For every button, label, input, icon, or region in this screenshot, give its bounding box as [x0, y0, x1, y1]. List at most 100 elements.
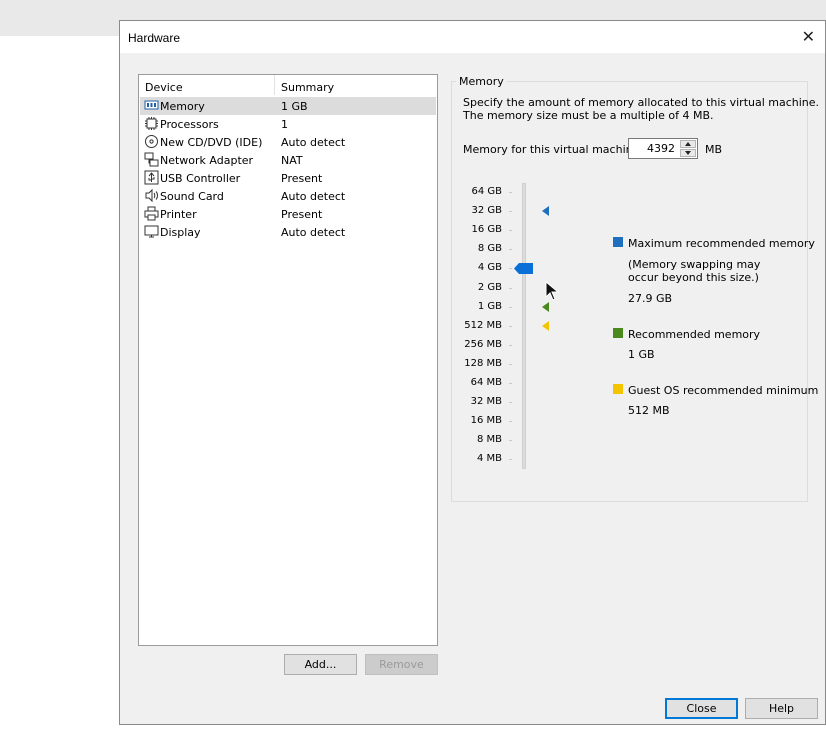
device-row-sound-card[interactable]: Sound Card Auto detect	[140, 187, 436, 205]
scale-tick	[509, 440, 512, 442]
scale-tick	[509, 325, 512, 327]
memory-marker	[542, 320, 549, 331]
close-button[interactable]: Close	[665, 698, 738, 719]
scale-tick	[509, 268, 512, 270]
description-line: The memory size must be a multiple of 4 …	[463, 109, 714, 122]
device-row-memory[interactable]: Memory 1 GB	[140, 97, 436, 115]
memory-description: Specify the amount of memory allocated t…	[463, 96, 819, 122]
memory-icon	[144, 100, 159, 110]
close-icon[interactable]: ✕	[802, 27, 815, 46]
hardware-dialog: Hardware ✕ Device Summary Memory 1 GB Pr…	[119, 20, 826, 725]
max-memory-swatch	[613, 237, 623, 247]
printer-icon	[144, 206, 159, 221]
memory-size-input[interactable]: 4392	[647, 142, 675, 155]
scale-tick	[509, 192, 512, 193]
memory-unit: MB	[705, 143, 723, 156]
scale-tick	[509, 211, 512, 213]
scale-label: 32 GB	[471, 205, 502, 217]
device-list-header: Device Summary	[139, 75, 437, 95]
device-name: USB Controller	[160, 172, 241, 185]
mouse-cursor-icon	[545, 281, 559, 301]
memory-marker	[542, 206, 549, 217]
max-memory-title: Maximum recommended memory	[628, 237, 815, 250]
monitor-icon	[144, 225, 159, 238]
device-name: New CD/DVD (IDE)	[160, 136, 263, 149]
memory-marker	[542, 301, 549, 312]
device-summary: Auto detect	[281, 136, 346, 149]
device-row-cd-dvd[interactable]: New CD/DVD (IDE) Auto detect	[140, 133, 436, 151]
max-memory-note: (Memory swapping may	[628, 258, 761, 271]
device-row-processors[interactable]: Processors 1	[140, 115, 436, 133]
scale-label: 1 GB	[477, 300, 502, 312]
recommended-memory-title: Recommended memory	[628, 328, 761, 341]
scale-label: 4 GB	[477, 262, 502, 274]
device-name: Network Adapter	[160, 154, 254, 167]
device-summary: 1	[281, 118, 288, 131]
scale-tick	[509, 306, 512, 308]
scale-label: 512 MB	[464, 319, 502, 331]
increment-arrow-icon[interactable]	[680, 140, 696, 148]
scale-label: 128 MB	[464, 357, 502, 369]
scale-label: 8 MB	[476, 434, 502, 446]
help-button[interactable]: Help	[745, 698, 818, 719]
scale-label: 8 GB	[477, 243, 502, 255]
device-row-network-adapter[interactable]: Network Adapter NAT	[140, 151, 436, 169]
processor-icon	[145, 117, 158, 130]
scale-label: 64 GB	[471, 186, 502, 197]
scale-tick	[509, 421, 512, 423]
title-bar: Hardware ✕	[120, 21, 825, 53]
summary-column-header[interactable]: Summary	[281, 81, 334, 94]
device-summary: Present	[281, 172, 323, 185]
device-row-printer[interactable]: Printer Present	[140, 205, 436, 223]
scale-tick	[509, 402, 512, 404]
device-name: Printer	[160, 208, 197, 221]
recommended-memory-swatch	[613, 328, 623, 338]
scale-label: 16 MB	[470, 415, 502, 427]
device-summary: Auto detect	[281, 226, 346, 239]
device-summary: NAT	[281, 154, 303, 167]
scale-tick	[509, 344, 512, 346]
decrement-arrow-icon[interactable]	[680, 149, 696, 157]
scale-label: 32 MB	[470, 396, 502, 408]
scale-tick	[509, 383, 512, 384]
speaker-icon	[145, 188, 158, 203]
scale-label: 256 MB	[464, 338, 502, 350]
minimum-memory-swatch	[613, 384, 623, 394]
scale-tick	[509, 230, 512, 232]
scale-tick	[509, 459, 512, 461]
scale-tick	[509, 363, 512, 365]
scale-tick	[509, 249, 512, 251]
minimum-memory-value: 512 MB	[628, 404, 670, 417]
device-summary: 1 GB	[281, 100, 308, 113]
recommended-memory-value: 1 GB	[628, 348, 655, 361]
scale-label: 64 MB	[470, 377, 502, 388]
device-name: Sound Card	[160, 190, 224, 203]
remove-button[interactable]: Remove	[365, 654, 438, 675]
device-summary: Auto detect	[281, 190, 346, 203]
device-column-header[interactable]: Device	[145, 81, 183, 94]
scale-label: 16 GB	[471, 224, 502, 236]
device-row-usb-controller[interactable]: USB Controller Present	[140, 169, 436, 187]
cd-dvd-icon	[145, 135, 158, 148]
device-summary: Present	[281, 208, 323, 221]
device-name: Display	[160, 226, 201, 239]
memory-size-stepper[interactable]: 4392	[628, 138, 698, 159]
scale-label: 4 MB	[476, 453, 502, 465]
memory-group-title: Memory	[456, 75, 507, 88]
add-button[interactable]: Add...	[284, 654, 357, 675]
scale-label: 2 GB	[477, 281, 502, 293]
memory-slider-track[interactable]	[522, 183, 526, 469]
max-memory-note: occur beyond this size.)	[628, 271, 759, 284]
device-name: Memory	[160, 100, 205, 113]
description-line: Specify the amount of memory allocated t…	[463, 96, 820, 109]
scale-tick	[509, 287, 512, 289]
memory-slider-thumb[interactable]	[514, 263, 533, 275]
network-icon	[144, 152, 159, 167]
device-name: Processors	[160, 118, 219, 131]
memory-field-label: Memory for this virtual machine:	[463, 143, 644, 156]
minimum-memory-title: Guest OS recommended minimum	[628, 384, 819, 397]
usb-icon	[144, 170, 159, 185]
dialog-title: Hardware	[128, 31, 181, 45]
device-row-display[interactable]: Display Auto detect	[140, 223, 436, 241]
max-memory-value: 27.9 GB	[628, 292, 673, 305]
